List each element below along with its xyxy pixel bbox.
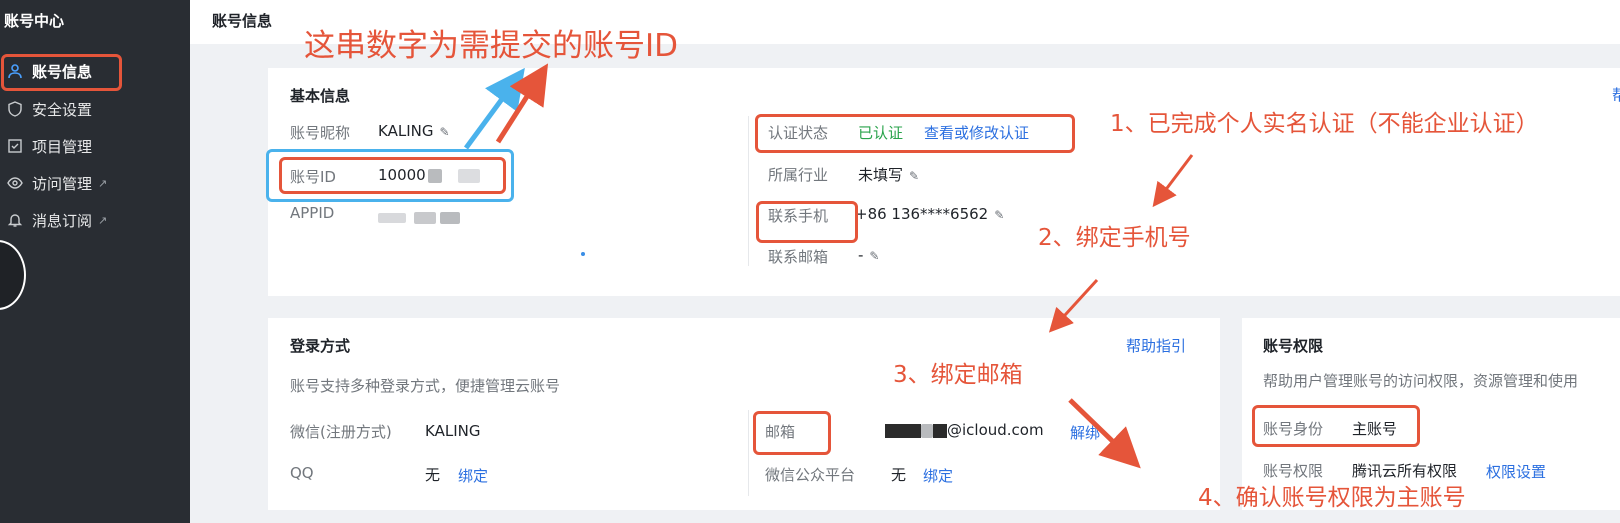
- nickname-text: KALING: [378, 122, 434, 140]
- floating-circle: [0, 240, 26, 310]
- column-divider: [748, 410, 749, 496]
- highlight-account-info: [1, 54, 122, 91]
- login-title: 登录方式: [290, 337, 351, 355]
- highlight-phone-label: [756, 201, 858, 243]
- external-link-icon: ↗: [98, 176, 108, 190]
- wechat-mp-bind-link[interactable]: 绑定: [923, 465, 953, 486]
- edit-icon[interactable]: ✎: [869, 249, 879, 263]
- sidebar-title: 账号中心: [4, 12, 65, 30]
- edit-icon[interactable]: ✎: [994, 208, 1004, 222]
- qq-label: QQ: [290, 464, 314, 482]
- email-label: 联系邮箱: [768, 248, 829, 266]
- industry-text: 未填写: [858, 166, 904, 184]
- highlight-mail-label: [753, 411, 831, 455]
- phone-text: +86 136****6562: [855, 205, 989, 223]
- basic-info-title: 基本信息: [290, 87, 351, 105]
- appid-label: APPID: [290, 204, 335, 222]
- wechat-value: KALING: [425, 422, 481, 440]
- sidebar-item-label: 访问管理: [32, 174, 93, 193]
- sidebar-item-label: 消息订阅: [32, 211, 93, 230]
- wechat-mp-label: 微信公众平台: [765, 466, 856, 484]
- permission-settings-link[interactable]: 权限设置: [1486, 461, 1546, 482]
- industry-label: 所属行业: [768, 166, 829, 184]
- appid-value: [378, 208, 460, 226]
- sidebar-item-label: 安全设置: [32, 100, 93, 119]
- email-value: - ✎: [858, 246, 879, 264]
- annotation-step2: 2、绑定手机号: [1038, 225, 1191, 251]
- qq-bind-link[interactable]: 绑定: [458, 465, 488, 486]
- dot-indicator: [581, 252, 585, 256]
- wechat-mp-value: 无: [891, 466, 907, 484]
- help-link-partial[interactable]: 帮: [1612, 84, 1620, 105]
- annotation-step3: 3、绑定邮箱: [893, 362, 1023, 388]
- redacted-block: [440, 211, 460, 224]
- redacted-block: [378, 212, 406, 223]
- mail-text: @icloud.com: [947, 421, 1044, 439]
- highlight-identity: [1252, 405, 1420, 447]
- highlight-auth-status: [755, 114, 1075, 153]
- checkbox-icon: [6, 137, 24, 155]
- annotation-step1: 1、已完成个人实名认证（不能企业认证）: [1110, 111, 1539, 137]
- nickname-value: KALING ✎: [378, 122, 450, 140]
- sidebar-item-label: 项目管理: [32, 137, 93, 156]
- sidebar-item-security[interactable]: 安全设置: [6, 96, 92, 122]
- column-divider: [748, 116, 749, 266]
- mail-value: @icloud.com: [885, 421, 1044, 439]
- permission-description: 帮助用户管理账号的访问权限，资源管理和使用: [1263, 372, 1579, 390]
- mail-unbind-link[interactable]: 解绑: [1070, 422, 1100, 443]
- edit-icon[interactable]: ✎: [909, 169, 919, 183]
- annotation-id-note: 这串数字为需提交的账号ID: [304, 28, 679, 64]
- email-text: -: [858, 246, 864, 264]
- phone-value: +86 136****6562 ✎: [855, 205, 1004, 223]
- eye-icon: [6, 174, 24, 192]
- redacted-block: [933, 423, 947, 438]
- qq-value: 无: [425, 466, 441, 484]
- industry-value: 未填写 ✎: [858, 164, 919, 185]
- sidebar-item-projects[interactable]: 项目管理: [6, 133, 92, 159]
- sidebar-item-messages[interactable]: 消息订阅 ↗: [6, 207, 107, 233]
- page-title: 账号信息: [212, 12, 273, 30]
- login-description: 账号支持多种登录方式，便捷管理云账号: [290, 377, 561, 395]
- external-link-icon: ↗: [98, 213, 108, 227]
- help-guide-link[interactable]: 帮助指引: [1126, 335, 1186, 356]
- highlight-account-id: [279, 157, 506, 194]
- nickname-label: 账号昵称: [290, 124, 351, 142]
- permission-title: 账号权限: [1263, 337, 1324, 355]
- shield-icon: [6, 100, 24, 118]
- login-methods-card: 登录方式 帮助指引 账号支持多种登录方式，便捷管理云账号 微信(注册方式) KA…: [268, 318, 1220, 510]
- redacted-block: [414, 211, 436, 224]
- sidebar-item-access[interactable]: 访问管理 ↗: [6, 170, 107, 196]
- redacted-block: [885, 423, 921, 438]
- wechat-label: 微信(注册方式): [290, 423, 392, 441]
- bell-icon: [6, 211, 24, 229]
- annotation-step4: 4、确认账号权限为主账号: [1198, 485, 1466, 511]
- edit-icon[interactable]: ✎: [439, 125, 449, 139]
- redacted-block: [921, 423, 933, 438]
